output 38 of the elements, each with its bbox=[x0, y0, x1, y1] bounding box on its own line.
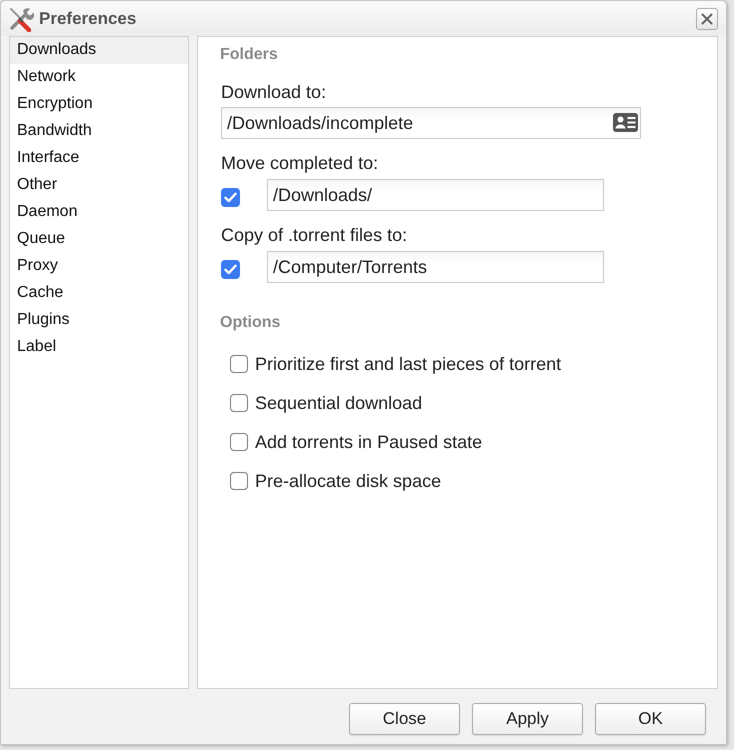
category-item[interactable]: Queue bbox=[10, 226, 188, 253]
option-label: Prioritize first and last pieces of torrent bbox=[255, 354, 562, 374]
category-item[interactable]: Interface bbox=[10, 145, 188, 172]
tools-icon bbox=[8, 6, 34, 32]
category-item[interactable]: Daemon bbox=[10, 199, 188, 226]
checkbox[interactable] bbox=[230, 394, 248, 412]
field-label: Copy of .torrent files to: bbox=[221, 224, 408, 246]
option-label: Sequential download bbox=[255, 392, 422, 414]
option-label: Add torrents in Paused state bbox=[255, 432, 482, 452]
window-title: Preferences bbox=[39, 8, 136, 28]
category-item[interactable]: Cache bbox=[10, 280, 188, 307]
option-label: Pre-allocate disk space bbox=[255, 470, 442, 492]
category-item[interactable]: Network bbox=[10, 64, 188, 91]
checkbox[interactable] bbox=[230, 355, 248, 373]
checkbox[interactable] bbox=[221, 188, 240, 206]
category-item[interactable]: Encryption bbox=[10, 91, 188, 118]
dialog-button[interactable]: Close bbox=[349, 703, 460, 735]
address-card-icon[interactable] bbox=[613, 113, 638, 132]
category-item[interactable]: Downloads bbox=[10, 37, 188, 64]
category-item[interactable]: Other bbox=[10, 172, 188, 199]
folder-path-field[interactable]: /Computer/Torrents bbox=[267, 251, 604, 283]
category-item[interactable]: Label bbox=[10, 334, 188, 361]
checkbox[interactable] bbox=[221, 260, 240, 278]
section-heading: Options bbox=[220, 313, 280, 333]
field-label: Move completed to: bbox=[221, 152, 378, 174]
field-label: Download to: bbox=[221, 81, 326, 103]
category-item[interactable]: Proxy bbox=[10, 253, 188, 280]
dialog-button[interactable]: Apply bbox=[472, 703, 583, 735]
folder-path-field[interactable]: /Downloads/ bbox=[267, 179, 604, 211]
checkbox[interactable] bbox=[230, 433, 248, 451]
folder-path-field[interactable]: /Downloads/incomplete bbox=[221, 107, 641, 139]
dialog-button[interactable]: OK bbox=[595, 703, 706, 735]
section-heading: Folders bbox=[220, 45, 278, 65]
category-item[interactable]: Bandwidth bbox=[10, 118, 188, 145]
category-item[interactable]: Plugins bbox=[10, 307, 188, 334]
close-button[interactable] bbox=[696, 8, 718, 30]
close-icon bbox=[701, 12, 713, 24]
checkbox[interactable] bbox=[230, 472, 248, 490]
